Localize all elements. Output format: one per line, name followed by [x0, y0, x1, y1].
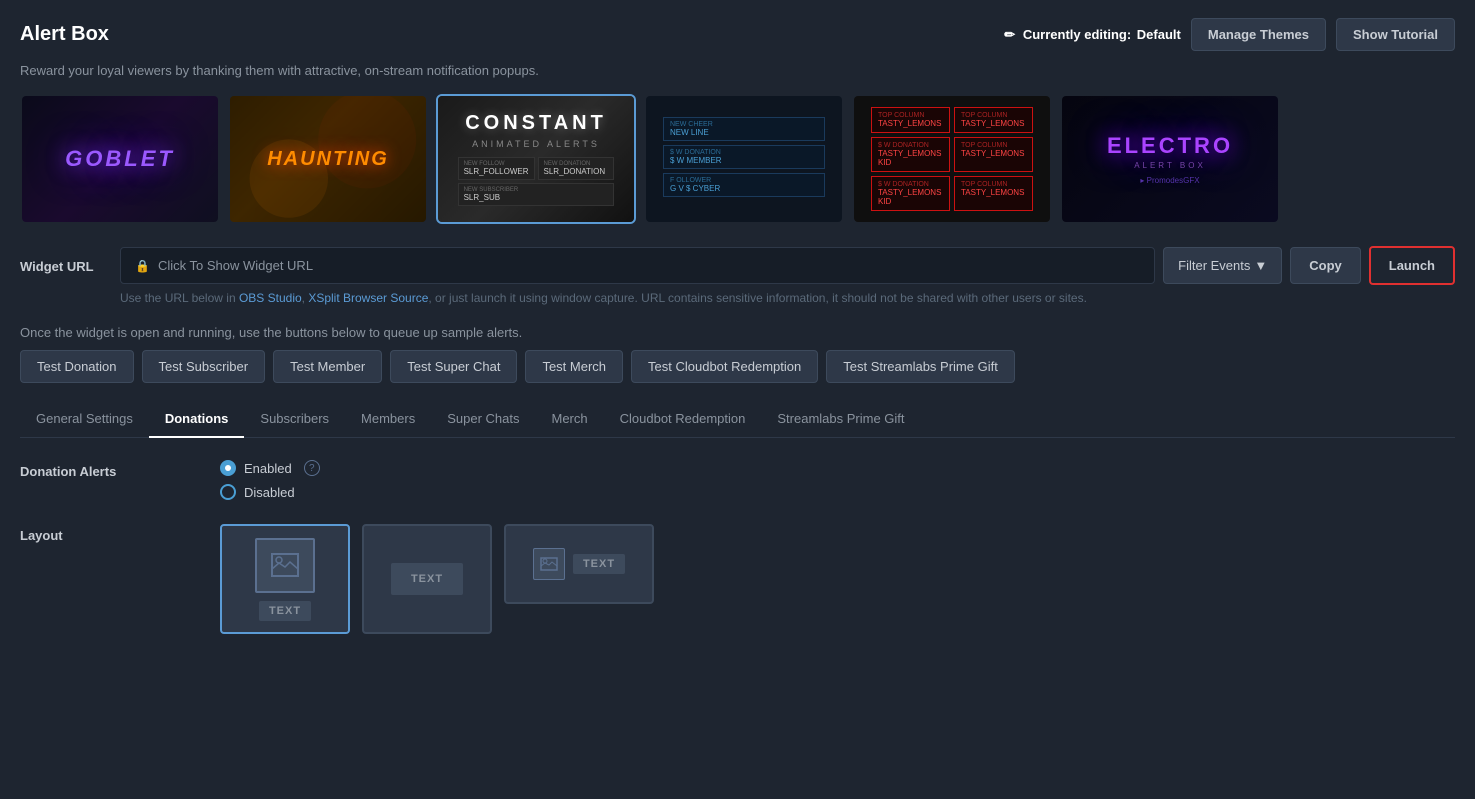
layout-card-text-only[interactable]: TEXT [362, 524, 492, 634]
url-note: Use the URL below in OBS Studio, XSplit … [120, 291, 1455, 305]
donation-alerts-control: Enabled ? Disabled [220, 460, 1455, 500]
layout-options: TEXT TEXT [220, 524, 1455, 634]
tab-general-settings[interactable]: General Settings [20, 401, 149, 438]
theme-electro-subtitle: ALERT BOX [1134, 161, 1206, 170]
disabled-radio-label: Disabled [244, 485, 295, 500]
theme-card-red[interactable]: TOP COLUMN TASTY_LEMONS TOP COLUMN TASTY… [852, 94, 1052, 224]
widget-url-label: Widget URL [20, 259, 94, 274]
layout-text-right-label: TEXT [573, 554, 625, 574]
page-header: Alert Box ✏ Currently editing: Default M… [20, 18, 1455, 51]
theme-carousel: GOBLET HAUNTING CONSTANT ANIMATED ALERTS… [20, 94, 1455, 224]
show-tutorial-button[interactable]: Show Tutorial [1336, 18, 1455, 51]
tab-streamlabs-prime-gift[interactable]: Streamlabs Prime Gift [761, 401, 920, 438]
test-buttons-container: Test Donation Test Subscriber Test Membe… [20, 350, 1455, 383]
layout-control: TEXT TEXT [220, 524, 1455, 634]
tab-members[interactable]: Members [345, 401, 431, 438]
theme-card-haunting[interactable]: HAUNTING [228, 94, 428, 224]
theme-card-goblet[interactable]: GOBLET [20, 94, 220, 224]
layout-card-image-top[interactable]: TEXT [220, 524, 350, 634]
disabled-radio-option[interactable]: Disabled [220, 484, 1455, 500]
enabled-radio-label: Enabled [244, 461, 292, 476]
page-title: Alert Box [20, 23, 109, 46]
test-cloudbot-redemption-button[interactable]: Test Cloudbot Redemption [631, 350, 818, 383]
click-to-show-label: Click To Show Widget URL [158, 258, 313, 273]
test-donation-button[interactable]: Test Donation [20, 350, 134, 383]
theme-card-constant[interactable]: CONSTANT ANIMATED ALERTS NEW FOLLOW SLR_… [436, 94, 636, 224]
pencil-icon: ✏ [1004, 27, 1015, 42]
tab-cloudbot-redemption[interactable]: Cloudbot Redemption [604, 401, 762, 438]
test-super-chat-button[interactable]: Test Super Chat [390, 350, 517, 383]
tabs-section: General Settings Donations Subscribers M… [20, 401, 1455, 438]
header-right: ✏ Currently editing: Default Manage Them… [1004, 18, 1455, 51]
tab-donations[interactable]: Donations [149, 401, 245, 438]
lock-icon: 🔒 [135, 259, 150, 273]
red-grid-visual: TOP COLUMN TASTY_LEMONS TOP COLUMN TASTY… [871, 107, 1033, 211]
stats-grid-visual: NEW CHEER NEW LINE $ W DONATION $ W MEMB… [663, 117, 825, 201]
test-merch-button[interactable]: Test Merch [525, 350, 623, 383]
tabs-container: General Settings Donations Subscribers M… [20, 401, 1455, 437]
widget-url-row: 🔒 Click To Show Widget URL Filter Events… [120, 246, 1455, 285]
settings-section: Donation Alerts Enabled ? Disabled Layou [20, 460, 1455, 678]
page-subtitle: Reward your loyal viewers by thanking th… [20, 63, 1455, 78]
widget-url-section: Widget URL 🔒 Click To Show Widget URL Fi… [20, 246, 1455, 305]
test-member-button[interactable]: Test Member [273, 350, 382, 383]
layout-image-top-icon [255, 538, 315, 593]
disabled-radio-circle[interactable] [220, 484, 236, 500]
xsplit-link[interactable]: XSplit Browser Source [308, 291, 428, 305]
filter-events-label: Filter Events [1178, 258, 1250, 273]
manage-themes-button[interactable]: Manage Themes [1191, 18, 1326, 51]
filter-events-button[interactable]: Filter Events ▼ [1163, 247, 1282, 284]
test-subscriber-button[interactable]: Test Subscriber [142, 350, 266, 383]
donation-alerts-radio-group: Enabled ? Disabled [220, 460, 1455, 500]
help-icon[interactable]: ? [304, 460, 320, 476]
layout-text-only-label: TEXT [391, 563, 463, 595]
theme-constant-subtitle: ANIMATED ALERTS [472, 139, 600, 149]
layout-row: Layout TEXT [20, 524, 1455, 634]
donation-alerts-row: Donation Alerts Enabled ? Disabled [20, 460, 1455, 500]
copy-button[interactable]: Copy [1290, 247, 1361, 284]
enabled-radio-option[interactable]: Enabled ? [220, 460, 1455, 476]
widget-url-input[interactable]: 🔒 Click To Show Widget URL [120, 247, 1155, 284]
theme-card-electro[interactable]: ELECTRO ALERT BOX ▸ PromodesGFX [1060, 94, 1280, 224]
theme-constant-title: CONSTANT [465, 112, 607, 135]
chevron-down-icon: ▼ [1254, 258, 1267, 273]
enabled-radio-circle[interactable] [220, 460, 236, 476]
currently-editing-label: ✏ Currently editing: Default [1004, 27, 1181, 43]
donation-alerts-label: Donation Alerts [20, 460, 220, 479]
test-note: Once the widget is open and running, use… [20, 325, 1455, 340]
tab-subscribers[interactable]: Subscribers [244, 401, 345, 438]
test-section: Once the widget is open and running, use… [20, 325, 1455, 383]
layout-text-bottom-label: TEXT [259, 601, 311, 621]
theme-haunting-title: HAUNTING [267, 148, 389, 171]
obs-studio-link[interactable]: OBS Studio [239, 291, 302, 305]
tab-merch[interactable]: Merch [536, 401, 604, 438]
layout-label: Layout [20, 524, 220, 543]
theme-electro-title: ELECTRO [1107, 133, 1233, 159]
layout-image-left-icon [533, 548, 565, 580]
layout-card-image-left[interactable]: TEXT [504, 524, 654, 604]
tab-super-chats[interactable]: Super Chats [431, 401, 535, 438]
launch-button[interactable]: Launch [1369, 246, 1455, 285]
test-streamlabs-prime-gift-button[interactable]: Test Streamlabs Prime Gift [826, 350, 1015, 383]
theme-goblet-title: GOBLET [65, 146, 175, 172]
header-left: Alert Box [20, 23, 109, 46]
theme-card-stats[interactable]: NEW CHEER NEW LINE $ W DONATION $ W MEMB… [644, 94, 844, 224]
